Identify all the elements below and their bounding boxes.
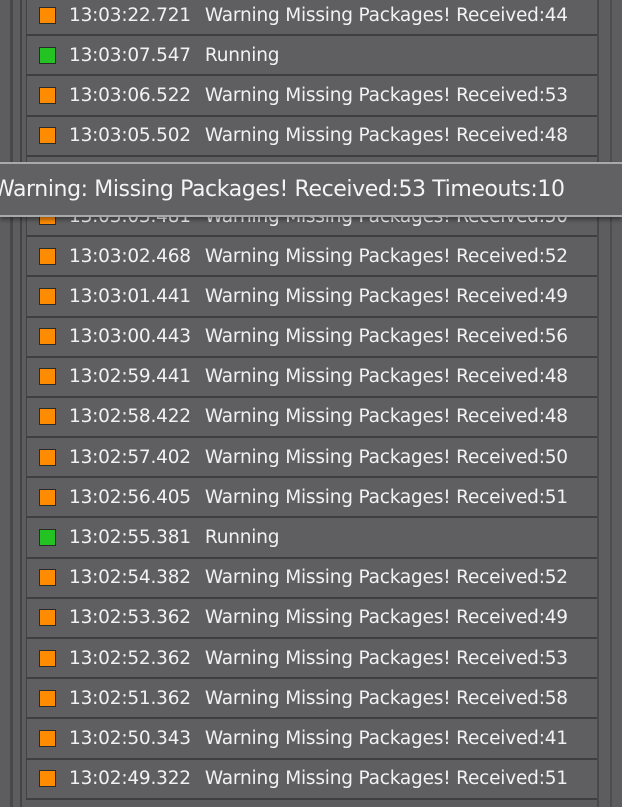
log-timestamp: 13:02:55.381 — [69, 527, 191, 549]
log-timestamp: 13:03:00.443 — [69, 326, 191, 348]
log-timestamp: 13:03:02.468 — [69, 245, 191, 267]
warning-status-icon — [39, 729, 56, 747]
log-window: 13:03:22.721 Warning Missing Packages! Re… — [0, 0, 622, 807]
warning-status-icon — [39, 569, 56, 587]
warning-status-icon — [39, 287, 56, 305]
log-message: Warning Missing Packages! Received:50 — [204, 446, 568, 468]
log-message: Warning Missing Packages! Received:58 — [204, 687, 568, 709]
warning-status-icon — [39, 649, 56, 667]
log-row[interactable]: 13:03:00.443 Warning Missing Packages! Re… — [26, 317, 597, 358]
log-timestamp: 13:02:53.362 — [69, 607, 191, 629]
log-message: Warning Missing Packages! Received:51 — [204, 486, 568, 508]
log-message: Running — [204, 44, 280, 66]
warning-status-icon — [39, 247, 56, 265]
warning-status-icon — [39, 86, 56, 104]
warning-status-icon — [39, 408, 56, 426]
log-row[interactable]: 13:02:52.362 Warning Missing Packages! Re… — [26, 639, 597, 680]
log-timestamp: 13:03:05.502 — [69, 125, 191, 147]
log-timestamp: 13:02:49.322 — [69, 768, 191, 790]
log-row[interactable]: 13:03:22.721 Warning Missing Packages! Re… — [26, 0, 597, 37]
tooltip-text: Warning: Missing Packages! Received:53 T… — [0, 177, 565, 202]
log-row[interactable]: 13:02:50.343 Warning Missing Packages! Re… — [26, 719, 597, 760]
warning-status-icon — [39, 448, 56, 466]
log-timestamp: 13:02:51.362 — [69, 687, 191, 709]
log-timestamp: 13:02:59.441 — [69, 366, 191, 388]
log-message: Warning Missing Packages! Received:51 — [204, 768, 568, 790]
log-row[interactable]: 13:02:53.362 Warning Missing Packages! Re… — [26, 598, 597, 639]
log-timestamp: 13:02:58.422 — [69, 406, 191, 428]
log-message: Warning Missing Packages! Received:49 — [204, 607, 568, 629]
tooltip: Warning: Missing Packages! Received:53 T… — [0, 162, 622, 217]
warning-status-icon — [39, 488, 56, 506]
log-message: Warning Missing Packages! Received:48 — [204, 366, 568, 388]
warning-status-icon — [39, 368, 56, 386]
log-message: Warning Missing Packages! Received:41 — [204, 727, 568, 749]
log-message: Warning Missing Packages! Received:49 — [204, 285, 568, 307]
right-frame-border[interactable] — [597, 0, 622, 807]
log-row[interactable]: 13:03:06.522 Warning Missing Packages! Re… — [26, 76, 597, 117]
log-timestamp: 13:03:06.522 — [69, 84, 191, 106]
log-message: Warning Missing Packages! Received:53 — [204, 84, 568, 106]
log-message: Warning Missing Packages! Received:52 — [204, 567, 568, 589]
log-row[interactable]: 13:02:49.322 Warning Missing Packages! Re… — [26, 759, 597, 800]
warning-status-icon — [39, 689, 56, 707]
warning-status-icon — [39, 6, 56, 24]
log-timestamp: 13:02:50.343 — [69, 727, 191, 749]
log-row[interactable]: 13:02:51.362 Warning Missing Packages! Re… — [26, 679, 597, 720]
log-row[interactable]: 13:03:01.441 Warning Missing Packages! Re… — [26, 277, 597, 318]
log-row[interactable]: 13:03:05.502 Warning Missing Packages! Re… — [26, 116, 597, 157]
log-row[interactable]: 13:02:54.382 Warning Missing Packages! Re… — [26, 558, 597, 599]
warning-status-icon — [39, 609, 56, 627]
left-frame-border — [0, 0, 22, 807]
log-timestamp: 13:02:56.405 — [69, 486, 191, 508]
log-timestamp: 13:03:22.721 — [69, 4, 191, 26]
warning-status-icon — [39, 127, 56, 145]
event-log-list[interactable]: 13:03:22.721 Warning Missing Packages! Re… — [26, 0, 597, 800]
log-message: Warning Missing Packages! Received:53 — [204, 647, 568, 669]
log-timestamp: 13:02:57.402 — [69, 446, 191, 468]
log-row[interactable]: 13:03:02.468 Warning Missing Packages! Re… — [26, 237, 597, 278]
log-message: Warning Missing Packages! Received:48 — [204, 125, 568, 147]
log-row[interactable]: 13:02:57.402 Warning Missing Packages! Re… — [26, 438, 597, 479]
log-row[interactable]: 13:03:07.547 Running — [26, 36, 597, 77]
log-message: Running — [204, 527, 280, 549]
log-row[interactable]: 13:02:56.405 Warning Missing Packages! Re… — [26, 478, 597, 519]
warning-status-icon — [39, 770, 56, 788]
running-status-icon — [39, 46, 56, 64]
log-message: Warning Missing Packages! Received:52 — [204, 245, 568, 267]
log-timestamp: 13:03:07.547 — [69, 44, 191, 66]
log-row[interactable]: 13:02:59.441 Warning Missing Packages! Re… — [26, 357, 597, 398]
log-message: Warning Missing Packages! Received:56 — [204, 326, 568, 348]
log-timestamp: 13:02:54.382 — [69, 567, 191, 589]
log-row[interactable]: 13:02:58.422 Warning Missing Packages! Re… — [26, 397, 597, 439]
log-timestamp: 13:02:52.362 — [69, 647, 191, 669]
log-timestamp: 13:03:01.441 — [69, 285, 191, 307]
warning-status-icon — [39, 328, 56, 346]
running-status-icon — [39, 529, 56, 547]
log-message: Warning Missing Packages! Received:44 — [204, 4, 568, 26]
log-row[interactable]: 13:02:55.381 Running — [26, 518, 597, 559]
log-message: Warning Missing Packages! Received:48 — [204, 406, 568, 428]
